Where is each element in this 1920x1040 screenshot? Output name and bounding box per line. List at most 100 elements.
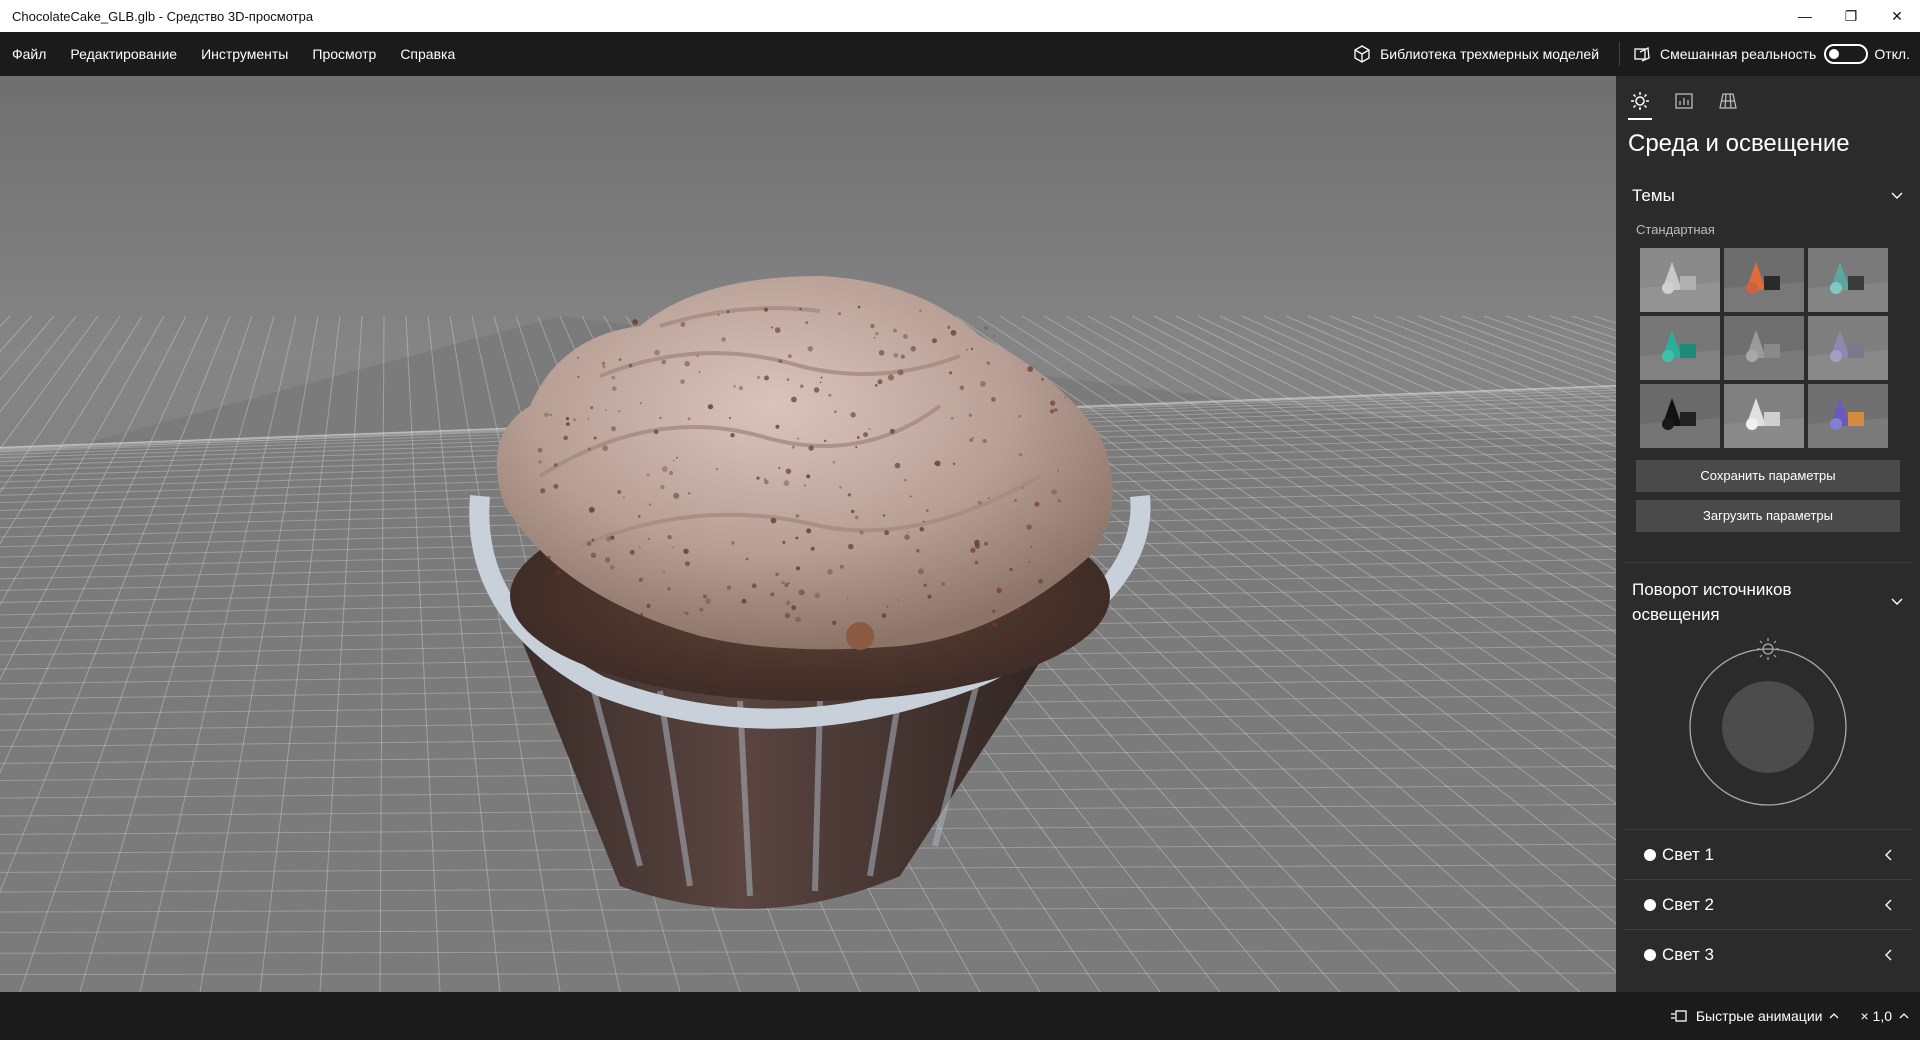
cocoa-speck <box>786 600 791 606</box>
cocoa-speck <box>648 503 652 506</box>
cocoa-speck <box>950 329 957 336</box>
menu-help[interactable]: Справка <box>388 32 467 76</box>
cocoa-speck <box>859 530 864 535</box>
theme-thumbnail[interactable] <box>1640 384 1720 448</box>
cocoa-speck <box>848 543 854 550</box>
mixed-reality-button[interactable]: Смешанная реальность <box>1626 44 1874 64</box>
cocoa-speck <box>851 509 855 514</box>
cocoa-speck <box>638 577 643 582</box>
theme-preview <box>1724 316 1804 380</box>
theme-thumbnail[interactable] <box>1640 316 1720 380</box>
cocoa-speck <box>549 413 552 416</box>
cocoa-speck <box>834 410 837 413</box>
3d-library-button[interactable]: Библиотека трехмерных моделей <box>1338 44 1613 64</box>
cocoa-speck <box>785 468 792 475</box>
chevron-up-icon <box>1830 1013 1839 1019</box>
cocoa-speck <box>1029 545 1033 549</box>
menu-view[interactable]: Просмотр <box>300 32 388 76</box>
cocoa-speck <box>970 347 974 350</box>
cocoa-speck <box>587 417 590 420</box>
mixed-reality-toggle[interactable] <box>1824 44 1869 64</box>
cocoa-speck <box>784 612 791 619</box>
light-row-1[interactable]: Свет 1 <box>1624 829 1912 879</box>
cocoa-speck <box>900 354 905 359</box>
cocoa-speck <box>881 613 887 618</box>
cocoa-speck <box>717 313 720 316</box>
theme-thumbnail[interactable] <box>1808 384 1888 448</box>
panel-title: Среда и освещение <box>1628 130 1850 157</box>
cocoa-speck <box>904 478 907 482</box>
cocoa-speck <box>814 592 821 599</box>
theme-thumbnail[interactable] <box>1808 316 1888 380</box>
cocoa-speck <box>590 552 597 559</box>
load-settings-button[interactable]: Загрузить параметры <box>1636 500 1900 532</box>
cocoa-speck <box>795 616 801 623</box>
cocoa-speck <box>875 331 879 336</box>
theme-thumbnail[interactable] <box>1808 248 1888 312</box>
cocoa-speck <box>653 429 659 435</box>
cocoa-speck <box>770 517 777 524</box>
cocoa-speck <box>970 547 976 553</box>
cocoa-speck <box>617 490 622 494</box>
animation-speed-button[interactable]: × 1,0 <box>1850 1008 1920 1024</box>
menu-tools[interactable]: Инструменты <box>189 32 300 76</box>
tab-environment[interactable] <box>1628 88 1652 120</box>
restore-button[interactable]: ❐ <box>1828 0 1874 32</box>
theme-thumbnail[interactable] <box>1640 248 1720 312</box>
light-row-2[interactable]: Свет 2 <box>1624 879 1912 929</box>
save-settings-button[interactable]: Сохранить параметры <box>1636 460 1900 492</box>
cocoa-speck <box>646 473 650 477</box>
cocoa-speck <box>716 468 718 471</box>
chevron-up-icon <box>1899 1013 1909 1019</box>
quick-animations-button[interactable]: Быстрые анимации <box>1660 1007 1851 1025</box>
chevron-down-icon <box>1891 598 1903 605</box>
light-rotation-header[interactable]: Поворот источников освещения <box>1616 563 1920 629</box>
minimize-button[interactable]: — <box>1782 0 1828 32</box>
cocoa-speck <box>647 538 650 540</box>
cocoa-speck <box>907 531 909 534</box>
3d-viewport[interactable] <box>0 76 1616 992</box>
cocoa-speck <box>778 467 781 469</box>
tab-stats[interactable] <box>1672 88 1696 114</box>
cocoa-speck <box>587 447 592 451</box>
3d-scene[interactable] <box>0 76 1616 992</box>
cocoa-speck <box>934 460 941 467</box>
cocoa-speck <box>987 497 990 500</box>
theme-preview <box>1640 384 1720 448</box>
cocoa-speck <box>874 384 878 387</box>
cocoa-speck <box>537 447 543 453</box>
cocoa-speck <box>977 500 982 505</box>
cocoa-speck <box>1017 607 1021 612</box>
themes-section-header[interactable]: Темы <box>1616 174 1920 218</box>
light-row-3[interactable]: Свет 3 <box>1624 929 1912 979</box>
cocoa-speck <box>807 346 814 352</box>
theme-thumbnail[interactable] <box>1724 316 1804 380</box>
cocoa-speck <box>771 326 774 329</box>
cocoa-speck <box>669 470 674 476</box>
cocoa-speck <box>764 375 769 381</box>
cocoa-speck <box>1049 409 1055 414</box>
panel-tabs <box>1616 76 1920 122</box>
cocoa-speck <box>580 586 583 589</box>
cocoa-speck <box>639 402 642 405</box>
mixed-reality-icon <box>1634 46 1650 62</box>
cocoa-speck <box>733 384 736 388</box>
tab-mesh[interactable] <box>1716 88 1740 114</box>
light-rotation-dial[interactable] <box>1616 629 1920 829</box>
cocoa-speck <box>974 539 980 546</box>
toggle-state-label: Откл. <box>1874 46 1910 62</box>
cocoa-speck <box>618 358 622 361</box>
themes-label: Темы <box>1632 186 1675 205</box>
cocoa-speck <box>1028 561 1031 564</box>
cocoa-speck <box>808 445 814 451</box>
menu-file[interactable]: Файл <box>0 32 58 76</box>
cocoa-speck <box>878 350 885 356</box>
cocoa-speck <box>855 446 858 449</box>
menu-edit[interactable]: Редактирование <box>58 32 189 76</box>
close-button[interactable]: ✕ <box>1874 0 1920 32</box>
cocoa-speck <box>628 363 633 368</box>
cocoa-speck <box>684 561 691 567</box>
cocoa-speck <box>661 466 668 472</box>
theme-thumbnail[interactable] <box>1724 248 1804 312</box>
theme-thumbnail[interactable] <box>1724 384 1804 448</box>
